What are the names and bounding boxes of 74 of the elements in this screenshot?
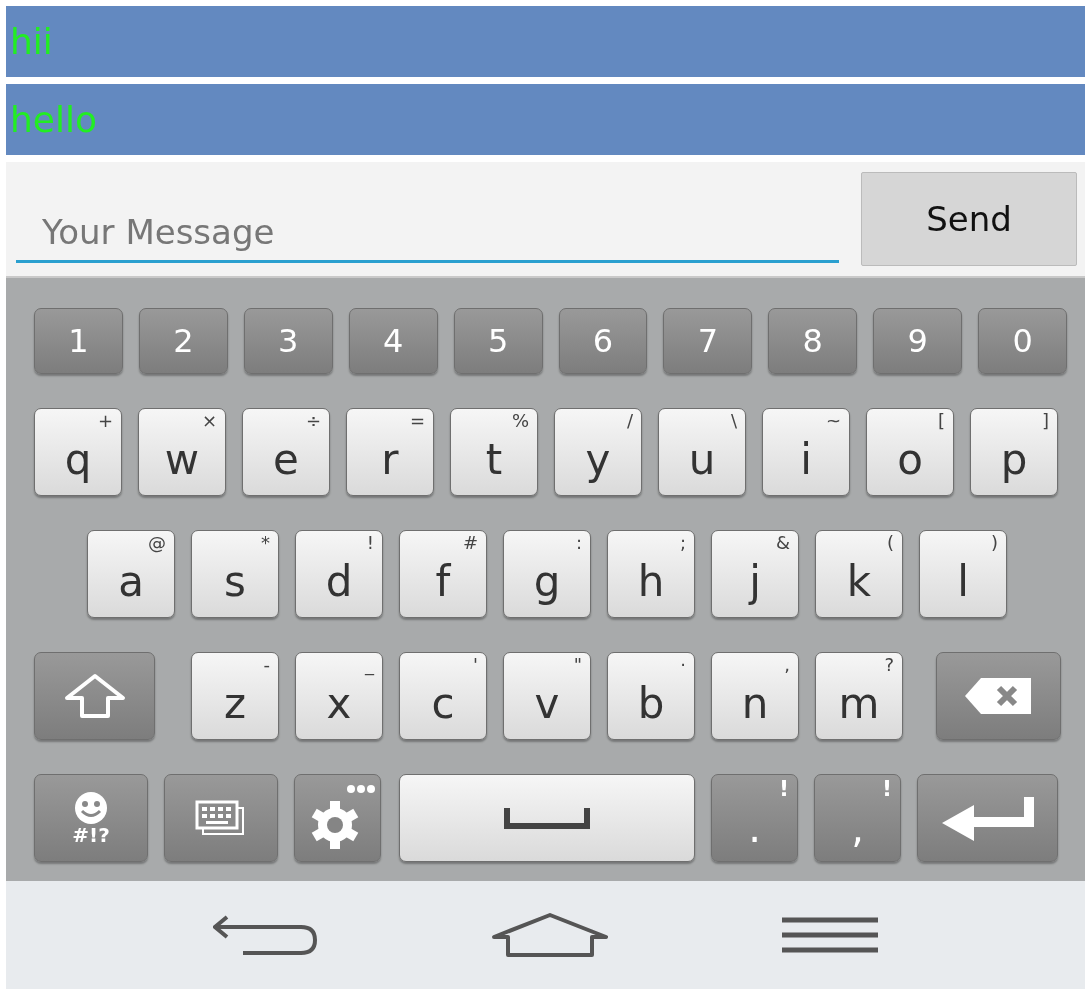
space-icon — [504, 806, 590, 830]
letter-key[interactable]: t % — [450, 408, 538, 496]
key-hint: ( — [886, 533, 894, 553]
letter-key[interactable]: z - — [191, 652, 279, 740]
keyboard-switch-key[interactable] — [164, 774, 278, 862]
message-text: hello — [6, 84, 1085, 155]
letter-key[interactable]: i ~ — [762, 408, 850, 496]
key-hint: ] — [1041, 411, 1049, 431]
key-hint: ! — [366, 533, 374, 553]
key-hint: ) — [990, 533, 998, 553]
letter-key[interactable]: q + — [34, 408, 122, 496]
punctuation-key[interactable]: . ! — [711, 774, 798, 862]
key-hint: ! — [881, 777, 892, 802]
key-hint: ; — [679, 533, 686, 553]
letter-key[interactable]: a @ — [87, 530, 175, 618]
smiley-icon — [73, 791, 109, 825]
key-hint: ! — [778, 777, 789, 802]
message-input-field[interactable]: Your Message — [16, 187, 839, 263]
letter-key[interactable]: g : — [503, 530, 591, 618]
punctuation-key[interactable]: , ! — [814, 774, 901, 862]
letter-key[interactable]: o [ — [866, 408, 954, 496]
letter-key[interactable]: m ? — [815, 652, 903, 740]
send-button[interactable]: Send — [861, 172, 1077, 266]
key-hint: @ — [148, 533, 166, 553]
message-input[interactable]: Your Message — [42, 207, 839, 258]
key-hint: \ — [730, 411, 737, 431]
enter-key[interactable] — [917, 774, 1058, 862]
key-hint: ? — [884, 655, 894, 675]
key-hint: + — [97, 411, 113, 431]
letter-key[interactable]: k ( — [815, 530, 903, 618]
home-icon[interactable] — [492, 913, 609, 957]
letter-key[interactable]: f # — [399, 530, 487, 618]
symbols-key[interactable]: #!? — [34, 774, 148, 862]
message-text: hii — [6, 6, 1085, 77]
backspace-key[interactable] — [936, 652, 1061, 740]
key-hint: * — [261, 533, 270, 553]
letter-key[interactable]: n , — [711, 652, 799, 740]
space-key[interactable] — [399, 774, 695, 862]
letter-key[interactable]: l ) — [919, 530, 1007, 618]
letter-key[interactable]: d ! — [295, 530, 383, 618]
letter-key[interactable]: v " — [503, 652, 591, 740]
key-hint: [ — [937, 411, 945, 431]
letter-key[interactable]: y / — [554, 408, 642, 496]
settings-key[interactable] — [294, 774, 381, 862]
key-hint: " — [573, 655, 582, 675]
letter-key[interactable]: b · — [607, 652, 695, 740]
key-hint: · — [680, 655, 686, 675]
letter-key[interactable]: s * — [191, 530, 279, 618]
key-hint: & — [775, 533, 790, 553]
key-hint: / — [626, 411, 633, 431]
menu-icon[interactable] — [782, 917, 879, 953]
letter-key[interactable]: x _ — [295, 652, 383, 740]
key-hint: - — [263, 655, 270, 675]
back-icon[interactable] — [212, 913, 319, 957]
letter-key[interactable]: h ; — [607, 530, 695, 618]
key-hint: , — [784, 655, 790, 675]
key-hint: _ — [365, 655, 374, 675]
letter-key[interactable]: j & — [711, 530, 799, 618]
key-hint: # — [462, 533, 478, 553]
shift-key[interactable] — [34, 652, 155, 740]
letter-key[interactable]: w × — [138, 408, 226, 496]
key-hint: = — [409, 411, 425, 431]
key-hint: ~ — [825, 411, 841, 431]
letter-key[interactable]: u \ — [658, 408, 746, 496]
letter-key[interactable]: c ' — [399, 652, 487, 740]
key-hint: ÷ — [305, 411, 321, 431]
key-hint: × — [201, 411, 217, 431]
letter-key[interactable]: p ] — [970, 408, 1058, 496]
letter-key[interactable]: r = — [346, 408, 434, 496]
key-hint: : — [575, 533, 582, 553]
letter-key[interactable]: e ÷ — [242, 408, 330, 496]
shift-icon — [62, 672, 127, 720]
key-hint: ' — [473, 655, 478, 675]
key-hint: % — [511, 411, 529, 431]
